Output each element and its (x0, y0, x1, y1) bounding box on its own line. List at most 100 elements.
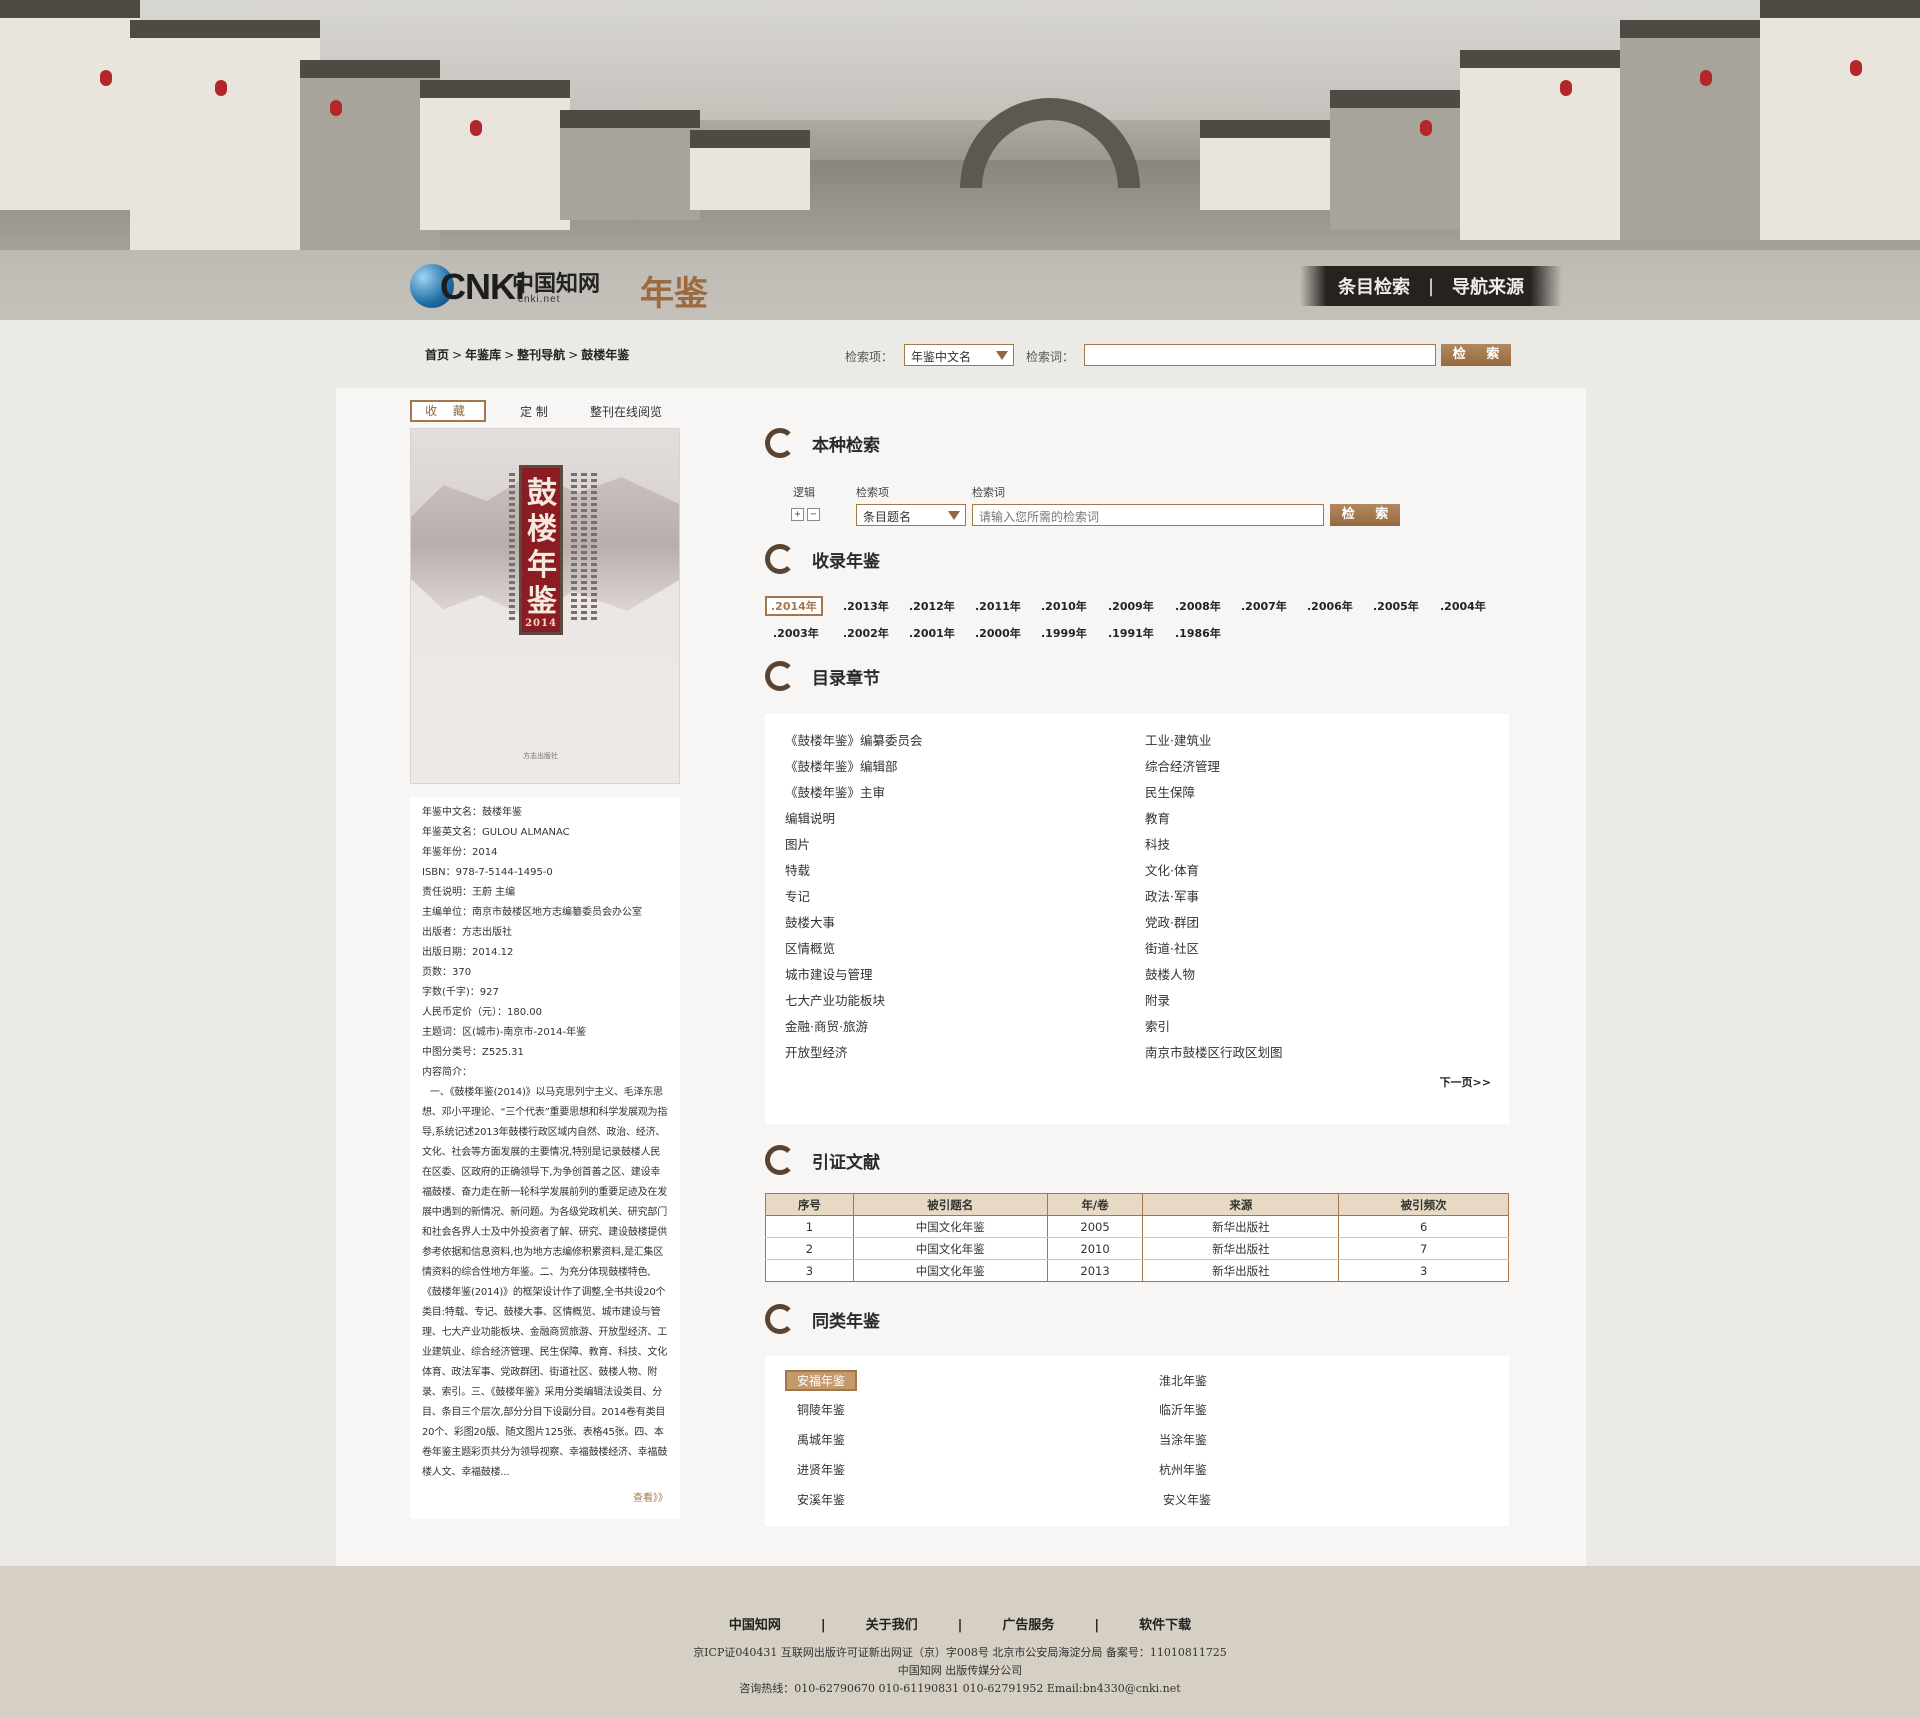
year-link[interactable]: .2006年 (1307, 598, 1353, 614)
footer-company: 中国知网 出版传媒分公司 (897, 1664, 1023, 1677)
year-link[interactable]: .2001年 (909, 625, 955, 641)
toc-item[interactable]: 《鼓楼年鉴》主审 (785, 782, 885, 801)
favorite-button[interactable]: 收 藏 (410, 400, 486, 422)
similar-yearbook[interactable]: 安义年鉴 (1163, 1491, 1211, 1508)
toc-item[interactable]: 开放型经济 (785, 1042, 848, 1061)
toc-item[interactable]: 综合经济管理 (1145, 756, 1220, 775)
toc-item[interactable]: 党政·群团 (1145, 912, 1199, 931)
column-header: 来源 (1142, 1193, 1340, 1216)
cell-title[interactable]: 中国文化年鉴 (853, 1259, 1048, 1282)
column-header: 被引题名 (852, 1193, 1048, 1216)
cell-title[interactable]: 中国文化年鉴 (853, 1215, 1048, 1238)
nav-entry-search[interactable]: 条目检索 (1338, 273, 1410, 299)
toc-item[interactable]: 民生保障 (1145, 782, 1195, 801)
toc-item[interactable]: 《鼓楼年鉴》编纂委员会 (785, 730, 923, 749)
breadcrumb-journal-nav[interactable]: 整刊导航 (517, 348, 565, 362)
toc-item[interactable]: 教育 (1145, 808, 1170, 827)
term-input[interactable]: 请输入您所需的检索词 (972, 504, 1324, 526)
footer-link-download[interactable]: 软件下载 (1139, 1618, 1191, 1633)
similar-yearbook[interactable]: 杭州年鉴 (1159, 1461, 1207, 1478)
info-row: 人民币定价（元）：180.00 (422, 1007, 542, 1018)
toc-item[interactable]: 城市建设与管理 (785, 964, 873, 983)
footer-link-ads[interactable]: 广告服务 (1002, 1618, 1054, 1633)
similar-yearbook[interactable]: 铜陵年鉴 (797, 1401, 845, 1418)
next-page-link[interactable]: 下一页>> (1440, 1074, 1491, 1090)
breadcrumb-yearbook-library[interactable]: 年鉴库 (465, 348, 501, 362)
year-link[interactable]: .2009年 (1108, 598, 1154, 614)
search-button[interactable]: 检 索 (1441, 344, 1511, 366)
similar-yearbook[interactable]: 禹城年鉴 (797, 1431, 845, 1448)
similar-yearbook-active[interactable]: 安福年鉴 (785, 1370, 858, 1391)
footer-link-cnki[interactable]: 中国知网 (729, 1618, 781, 1633)
year-link[interactable]: .2011年 (975, 598, 1021, 614)
toc-item[interactable]: 区情概览 (785, 938, 835, 957)
footer-separator: | (957, 1618, 963, 1633)
banner-house (130, 20, 320, 250)
cell-year: 2013 (1047, 1259, 1144, 1282)
toc-item[interactable]: 街道·社区 (1145, 938, 1199, 957)
cell-index: 3 (765, 1259, 854, 1282)
toc-item[interactable]: 专记 (785, 886, 810, 905)
cnki-logo[interactable]: CNKi 中国知网 cnki.net 年鉴 (410, 262, 720, 314)
year-link[interactable]: .2007年 (1241, 598, 1287, 614)
breadcrumb-home[interactable]: 首页 (425, 348, 449, 362)
footer-link-about[interactable]: 关于我们 (866, 1618, 918, 1633)
logo-product: 年鉴 (640, 274, 708, 314)
toc-item[interactable]: 鼓楼大事 (785, 912, 835, 931)
toc-item[interactable]: 特载 (785, 860, 810, 879)
cover-publisher: 方志出版社 (523, 752, 558, 760)
year-link[interactable]: .2000年 (975, 625, 1021, 641)
year-link[interactable]: .1991年 (1108, 625, 1154, 641)
year-link[interactable]: .2013年 (843, 598, 889, 614)
year-link[interactable]: .1986年 (1175, 625, 1221, 641)
similar-yearbook[interactable]: 临沂年鉴 (1159, 1401, 1207, 1418)
yearbook-description: 一、《鼓楼年鉴(2014)》以马克思列宁主义、毛泽东思想、邓小平理论、“三个代表… (422, 1087, 668, 1478)
breadcrumb-current: 鼓楼年鉴 (581, 348, 630, 362)
similar-yearbook[interactable]: 进贤年鉴 (797, 1461, 845, 1478)
toc-item[interactable]: 鼓楼人物 (1145, 964, 1195, 983)
similar-yearbook[interactable]: 淮北年鉴 (1159, 1372, 1207, 1389)
nav-source-navigation[interactable]: 导航来源 (1452, 273, 1524, 299)
toc-item[interactable]: 科技 (1145, 834, 1170, 853)
read-online-button[interactable]: 整刊在线阅览 (590, 403, 662, 420)
banner-house (420, 80, 570, 230)
cell-title[interactable]: 中国文化年鉴 (853, 1237, 1048, 1260)
toc-item[interactable]: 政法·军事 (1145, 886, 1199, 905)
section-ring-icon (765, 1304, 795, 1334)
banner-house (1460, 50, 1640, 240)
view-more-link[interactable]: 查看》》 (633, 1489, 668, 1509)
search-input[interactable] (1084, 344, 1436, 366)
year-link[interactable]: .2005年 (1373, 598, 1419, 614)
toc-item[interactable]: 金融·商贸·旅游 (785, 1016, 868, 1035)
inner-search-button[interactable]: 检 索 (1330, 504, 1400, 526)
cell-source: 新华出版社 (1142, 1215, 1340, 1238)
year-link[interactable]: .2012年 (909, 598, 955, 614)
inner-search: 逻辑 检索项 检索词 + − 条目题名 请输入您所需的检索词 检 索 (765, 484, 1515, 526)
search-field-select[interactable]: 年鉴中文名 (904, 344, 1014, 366)
section-title: 引证文献 (812, 1153, 880, 1173)
year-link[interactable]: .2008年 (1175, 598, 1221, 614)
info-row: 年鉴年份：2014 (422, 847, 498, 858)
toc-item[interactable]: 七大产业功能板块 (785, 990, 885, 1009)
plus-icon[interactable]: + (791, 508, 804, 521)
year-link[interactable]: .2002年 (843, 625, 889, 641)
year-link[interactable]: .1999年 (1041, 625, 1087, 641)
year-link-active[interactable]: .2014年 (765, 596, 823, 616)
toc-item[interactable]: 《鼓楼年鉴》编辑部 (785, 756, 898, 775)
toc-item[interactable]: 图片 (785, 834, 810, 853)
info-row: 责任说明：王蔚 主编 (422, 887, 516, 898)
subscribe-button[interactable]: 定 制 (520, 403, 548, 420)
toc-item[interactable]: 附录 (1145, 990, 1170, 1009)
toc-item[interactable]: 编辑说明 (785, 808, 835, 827)
toc-item[interactable]: 索引 (1145, 1016, 1170, 1035)
similar-yearbook[interactable]: 当涂年鉴 (1159, 1431, 1207, 1448)
year-link[interactable]: .2010年 (1041, 598, 1087, 614)
toc-item[interactable]: 文化·体育 (1145, 860, 1199, 879)
field-select[interactable]: 条目题名 (856, 504, 966, 526)
year-link[interactable]: .2003年 (773, 625, 819, 641)
year-link[interactable]: .2004年 (1440, 598, 1486, 614)
toc-item[interactable]: 南京市鼓楼区行政区划图 (1145, 1042, 1283, 1061)
minus-icon[interactable]: − (807, 508, 820, 521)
toc-item[interactable]: 工业·建筑业 (1145, 730, 1211, 749)
similar-yearbook[interactable]: 安溪年鉴 (797, 1491, 845, 1508)
